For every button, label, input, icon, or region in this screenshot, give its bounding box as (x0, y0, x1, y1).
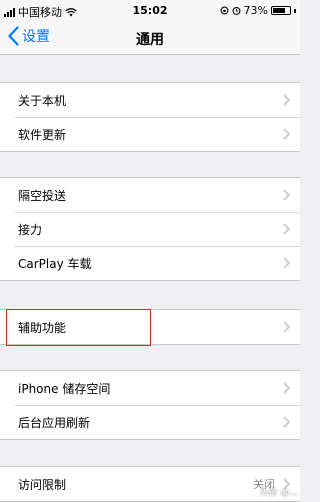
alarm-icon (232, 6, 241, 15)
settings-row-restrictions[interactable]: 访问限制 关闭 (0, 467, 300, 501)
row-label: 访问限制 (18, 477, 67, 492)
status-bar: 中国移动 15:02 73% (0, 0, 300, 22)
row-label: CarPlay 车载 (18, 256, 92, 271)
row-label: 后台应用刷新 (18, 415, 91, 430)
status-right: 73% (220, 4, 296, 17)
settings-row-airdrop[interactable]: 隔空投送 (0, 178, 300, 212)
settings-row-handoff[interactable]: 接力 (0, 212, 300, 246)
settings-group-restrictions: 访问限制 关闭 (0, 466, 300, 502)
battery-icon (271, 6, 291, 15)
row-label: 关于本机 (18, 93, 67, 108)
chevron-right-icon (283, 382, 290, 394)
row-label: iPhone 储存空间 (18, 381, 111, 396)
chevron-right-icon (283, 223, 290, 235)
page-title: 通用 (136, 32, 164, 48)
settings-row-accessibility[interactable]: 辅助功能 (0, 310, 300, 344)
row-label: 辅助功能 (18, 320, 67, 335)
settings-group-storage: iPhone 储存空间 后台应用刷新 (0, 370, 300, 440)
navigation-bar: 设置 通用 (0, 22, 300, 55)
settings-group-accessibility: 辅助功能 (0, 309, 300, 345)
settings-row-carplay[interactable]: CarPlay 车载 (0, 246, 300, 280)
chevron-right-icon (283, 94, 290, 106)
battery-percent: 73% (243, 4, 268, 17)
settings-group-continuity: 隔空投送 接力 CarPlay 车载 (0, 177, 300, 281)
settings-row-software-update[interactable]: 软件更新 (0, 117, 300, 151)
settings-row-about[interactable]: 关于本机 (0, 83, 300, 117)
row-label: 软件更新 (18, 127, 67, 142)
chevron-right-icon (283, 416, 290, 428)
chevron-right-icon (283, 128, 290, 140)
watermark-text: 头条 @... (259, 488, 298, 498)
chevron-right-icon (283, 257, 290, 269)
settings-row-background-refresh[interactable]: 后台应用刷新 (0, 405, 300, 439)
watermark: 头条 @... (260, 485, 298, 498)
rotation-lock-icon (220, 6, 229, 15)
battery-fill (273, 8, 285, 13)
chevron-right-icon (283, 321, 290, 333)
settings-group-about: 关于本机 软件更新 (0, 82, 300, 152)
row-label: 接力 (18, 222, 43, 237)
settings-row-iphone-storage[interactable]: iPhone 储存空间 (0, 371, 300, 405)
chevron-right-icon (283, 189, 290, 201)
row-label: 隔空投送 (18, 188, 67, 203)
battery-cap (294, 8, 296, 13)
